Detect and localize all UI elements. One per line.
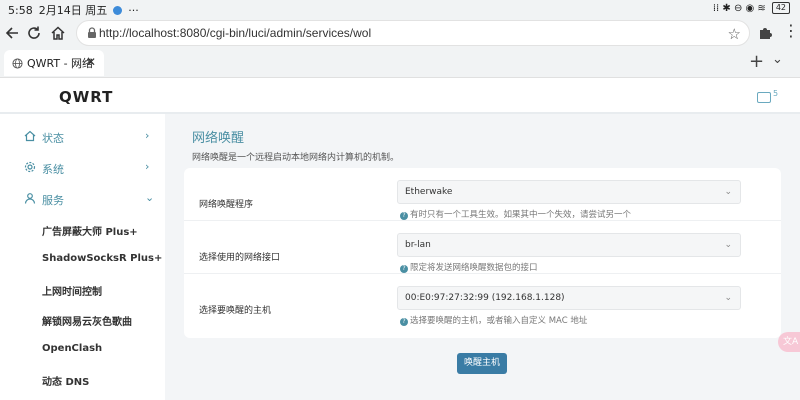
- sidebar-item-system[interactable]: 系统 ›: [0, 153, 165, 183]
- sidebar-item-services[interactable]: 服务 ⌄: [0, 184, 165, 214]
- form-row-interface: 选择使用的网络接口 br-lan ⌄ ? 限定将发送网络唤醒数据包的接口: [184, 221, 781, 274]
- globe-icon: [12, 57, 23, 69]
- main-content: 网络唤醒 网络唤醒是一个远程启动本地网络内计算机的机制。 网络唤醒程序 Ethe…: [165, 114, 800, 400]
- field-hint: ? 选择要唤醒的主机，或者输入自定义 MAC 地址: [400, 314, 587, 326]
- sidebar-subitem-shadowsocksr[interactable]: ShadowSocksR Plus+: [42, 253, 162, 264]
- wake-host-button[interactable]: 唤醒主机: [457, 353, 507, 374]
- field-label: 选择要唤醒的主机: [199, 306, 272, 316]
- status-more-icon: ···: [128, 3, 139, 17]
- network-interface-select[interactable]: br-lan ⌄: [397, 233, 741, 257]
- address-bar[interactable]: http://localhost:8080/cgi-bin/luci/admin…: [76, 20, 750, 46]
- new-tab-icon[interactable]: +: [749, 51, 764, 73]
- field-hint: ? 限定将发送网络唤醒数据包的接口: [400, 261, 538, 273]
- browser-toolbar: http://localhost:8080/cgi-bin/luci/admin…: [0, 18, 800, 48]
- page: QWRT 5 状态 › 系统 › 服务 ⌄ 广告屏蔽大师 Plus+ Shado…: [0, 78, 800, 400]
- back-icon[interactable]: [2, 23, 22, 43]
- system-status-bar: 5:58 2月14日 周五 ··· ⁞⁞ ✱ ⊖ ◉ ≋ 42: [0, 0, 800, 18]
- select-value: br-lan: [405, 240, 431, 250]
- help-icon: ?: [400, 318, 408, 326]
- notification-count: 5: [773, 89, 779, 98]
- gear-icon: [24, 161, 36, 173]
- notification-icon[interactable]: [757, 92, 771, 103]
- sidebar-item-label: 系统: [42, 163, 64, 176]
- chevron-down-icon[interactable]: ⌄: [772, 52, 783, 67]
- form-row-program: 网络唤醒程序 Etherwake ⌄ ? 有时只有一个工具生效。如果其中一个失效，…: [184, 168, 781, 221]
- sidebar-subitem-openclash[interactable]: OpenClash: [42, 343, 102, 354]
- field-label: 网络唤醒程序: [199, 200, 254, 210]
- chevron-down-icon: ⌄: [724, 293, 732, 303]
- select-value: 00:E0:97:27:32:99 (192.168.1.128): [405, 293, 565, 303]
- bookmark-star-icon[interactable]: ☆: [728, 25, 741, 43]
- brand-logo[interactable]: QWRT: [59, 88, 113, 106]
- status-time: 5:58: [8, 3, 33, 17]
- tab-strip: QWRT - 网络 ✕ + ⌄: [0, 48, 800, 78]
- field-label: 选择使用的网络接口: [199, 253, 281, 263]
- user-icon: [24, 193, 36, 204]
- sidebar-subitem-adblock[interactable]: 广告屏蔽大师 Plus+: [42, 223, 138, 238]
- wol-program-select[interactable]: Etherwake ⌄: [397, 180, 741, 204]
- chevron-down-icon: ⌄: [724, 187, 732, 197]
- battery-icon: 42: [771, 2, 790, 14]
- extensions-icon[interactable]: [758, 25, 774, 45]
- sidebar-subitem-ddns[interactable]: 动态 DNS: [42, 373, 89, 388]
- tab-qwrt[interactable]: QWRT - 网络 ✕: [4, 50, 104, 76]
- sidebar-subitem-unblock-music[interactable]: 解锁网易云灰色歌曲: [42, 313, 132, 328]
- chevron-right-icon: ›: [145, 129, 150, 142]
- tab-title: QWRT - 网络: [27, 57, 94, 70]
- home-icon[interactable]: [48, 23, 68, 43]
- status-indicator-icons: ⁞⁞ ✱ ⊖ ◉ ≋: [712, 2, 766, 14]
- form-row-host: 选择要唤醒的主机 00:E0:97:27:32:99 (192.168.1.12…: [184, 274, 781, 338]
- host-select[interactable]: 00:E0:97:27:32:99 (192.168.1.128) ⌄: [397, 286, 741, 310]
- close-icon[interactable]: ✕: [86, 55, 96, 69]
- page-description: 网络唤醒是一个远程启动本地网络内计算机的机制。: [192, 153, 400, 163]
- lock-icon: [88, 27, 96, 38]
- url-text[interactable]: http://localhost:8080/cgi-bin/luci/admin…: [99, 26, 371, 40]
- field-hint: ? 有时只有一个工具生效。如果其中一个失效，请尝试另一个: [400, 208, 631, 220]
- sidebar-subitem-time-control[interactable]: 上网时间控制: [42, 283, 102, 298]
- help-icon: ?: [400, 265, 408, 273]
- help-icon: ?: [400, 212, 408, 220]
- translate-float-button[interactable]: 文A: [778, 332, 800, 352]
- reload-icon[interactable]: [24, 23, 44, 43]
- browser-menu-icon[interactable]: ⋮: [783, 21, 799, 41]
- page-title: 网络唤醒: [192, 131, 245, 146]
- sidebar-item-label: 服务: [42, 194, 64, 207]
- app-notification-icon: [113, 5, 123, 15]
- chevron-right-icon: ›: [145, 160, 150, 173]
- status-date: 2月14日 周五: [38, 4, 108, 17]
- chevron-down-icon: ⌄: [145, 191, 155, 204]
- select-value: Etherwake: [405, 187, 453, 197]
- chevron-down-icon: ⌄: [724, 240, 732, 250]
- home-icon: [24, 130, 36, 142]
- sidebar-item-label: 状态: [42, 132, 64, 145]
- sidebar-item-status[interactable]: 状态 ›: [0, 122, 165, 152]
- sidebar: 状态 › 系统 › 服务 ⌄ 广告屏蔽大师 Plus+ ShadowSocksR…: [0, 114, 165, 400]
- settings-card: 网络唤醒程序 Etherwake ⌄ ? 有时只有一个工具生效。如果其中一个失效，…: [184, 168, 781, 338]
